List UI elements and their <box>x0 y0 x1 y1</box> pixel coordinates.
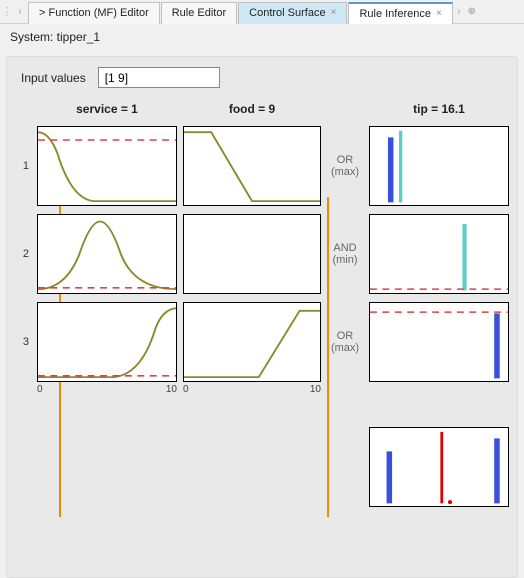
tab-label: > Function (MF) Editor <box>39 2 149 24</box>
plot-food-3 <box>183 302 321 382</box>
op-name: OR <box>327 330 363 342</box>
grip-icon: ⋮ <box>2 1 12 23</box>
op-method: (max) <box>327 342 363 354</box>
plot-food-1 <box>183 126 321 206</box>
close-icon[interactable]: × <box>331 2 337 24</box>
plot-tip-2 <box>369 214 509 294</box>
tab-control-surface[interactable]: Control Surface × <box>238 2 347 24</box>
tab-rule-inference[interactable]: Rule Inference × <box>348 2 452 24</box>
axis-tick: 0 <box>37 384 43 395</box>
input-values-label: Input values <box>21 71 86 85</box>
tab-mf-editor[interactable]: > Function (MF) Editor <box>28 2 160 24</box>
tabs-prev-button[interactable]: ‹ <box>12 1 28 23</box>
col-header-tip: tip = 16.1 <box>369 102 509 118</box>
plot-service-2 <box>37 214 177 294</box>
tab-label: Rule Inference <box>359 3 431 25</box>
tab-label: Control Surface <box>249 2 325 24</box>
close-icon[interactable]: × <box>436 3 442 25</box>
col-header-service: service = 1 <box>37 102 177 118</box>
axis-tick: 10 <box>310 384 321 395</box>
plot-grid: service = 1 food = 9 tip = 16.1 1 OR (ma… <box>15 102 511 507</box>
rule-op-3: OR (max) <box>327 330 363 354</box>
plot-food-2 <box>183 214 321 294</box>
axis-tick: 10 <box>166 384 177 395</box>
tab-rule-editor[interactable]: Rule Editor <box>161 2 237 24</box>
food-slider-line[interactable] <box>327 197 329 517</box>
tab-label: Rule Editor <box>172 2 226 24</box>
input-values-field[interactable] <box>98 67 220 88</box>
tab-strip: ⋮ ‹ > Function (MF) Editor Rule Editor C… <box>0 0 524 24</box>
plot-service-1 <box>37 126 177 206</box>
inference-panel: Input values service = 1 food = 9 tip = … <box>6 56 518 578</box>
op-name: OR <box>327 154 363 166</box>
op-method: (max) <box>327 166 363 178</box>
tabs-add-button[interactable]: ⊕ <box>464 1 480 23</box>
op-name: AND <box>327 242 363 254</box>
row-num: 1 <box>15 160 31 172</box>
row-num: 3 <box>15 336 31 348</box>
op-method: (min) <box>327 254 363 266</box>
plot-tip-1 <box>369 126 509 206</box>
row-num: 2 <box>15 248 31 260</box>
rule-op-2: AND (min) <box>327 242 363 266</box>
rule-op-1: OR (max) <box>327 154 363 178</box>
col-header-food: food = 9 <box>183 102 321 118</box>
system-label: System: tipper_1 <box>0 24 524 48</box>
plot-service-3 <box>37 302 177 382</box>
axis-tick: 0 <box>183 384 189 395</box>
input-values-row: Input values <box>21 67 511 88</box>
plot-tip-3 <box>369 302 509 382</box>
plot-tip-aggregate <box>369 427 509 507</box>
